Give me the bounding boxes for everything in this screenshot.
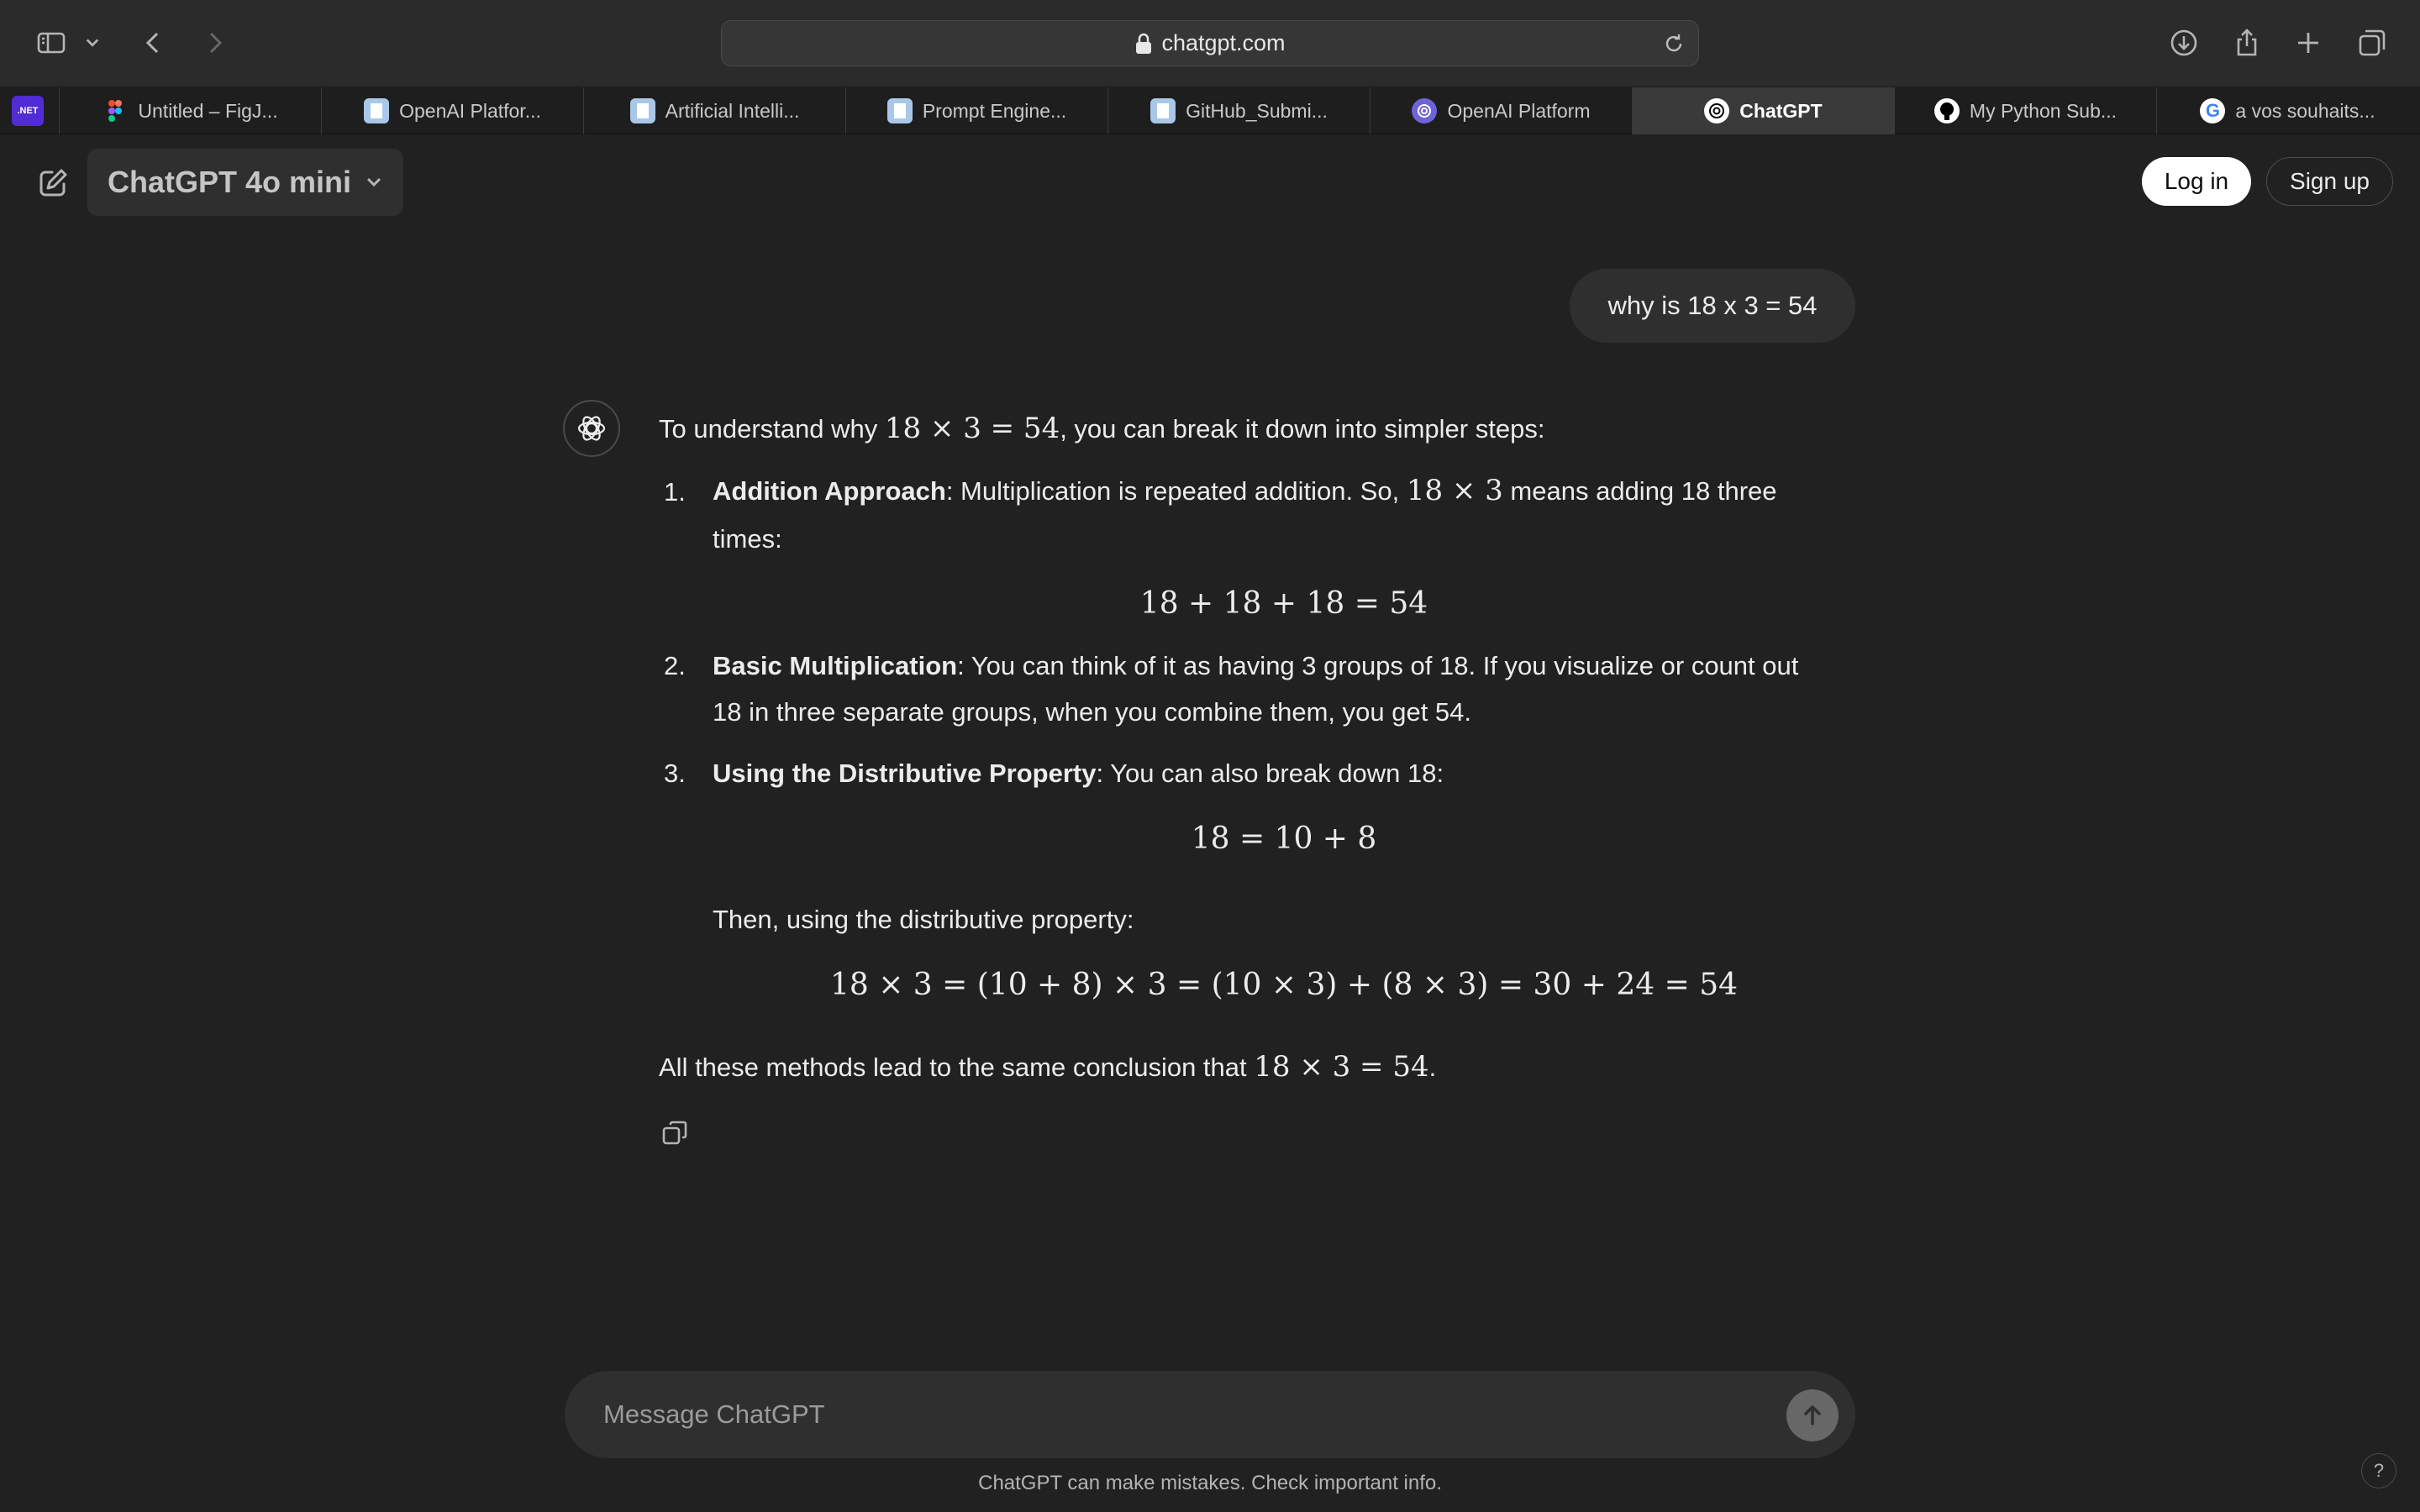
browser-toolbar: chatgpt.com xyxy=(0,0,2420,87)
intro-text: To understand why xyxy=(659,414,885,444)
list-item-line: times: xyxy=(713,524,782,554)
reload-icon[interactable] xyxy=(1661,31,1686,56)
sidebar-toggle-icon[interactable] xyxy=(30,22,72,64)
openai-icon xyxy=(1412,98,1438,123)
tab-bar: .NET Untitled – FigJ... OpenAI Platfor..… xyxy=(0,87,2420,134)
tab-my-python[interactable]: My Python Sub... xyxy=(1894,87,2156,134)
list-number: 2. xyxy=(664,651,686,680)
message-input[interactable] xyxy=(602,1389,1728,1440)
document-icon xyxy=(886,98,913,123)
google-icon: G xyxy=(2200,98,2226,123)
tab-label: GitHub_Submi... xyxy=(1186,99,1328,122)
math-display: 18 × 3 = (10 + 8) × 3 = (10 × 3) + (8 × … xyxy=(829,968,1739,1002)
document-icon xyxy=(364,98,390,123)
address-text: chatgpt.com xyxy=(1161,30,1286,55)
figma-icon xyxy=(103,98,128,123)
list-item-text: means adding 18 three xyxy=(1502,476,1777,506)
list-item-text: : You can think of it as having 3 groups… xyxy=(957,651,1799,680)
tab-label: Artificial Intelli... xyxy=(665,99,800,122)
list-number: 3. xyxy=(664,759,686,788)
list-item-line: Addition Approach: Multiplication is rep… xyxy=(713,474,1777,507)
list-item-text: : Multiplication is repeated addition. S… xyxy=(945,476,1407,506)
math-inline: 18 × 3 xyxy=(1406,474,1503,507)
tab-google-search[interactable]: G a vos souhaits... xyxy=(2156,87,2418,134)
math-display: 18 = 10 + 8 xyxy=(1191,822,1377,856)
new-chat-icon[interactable] xyxy=(32,162,74,204)
forward-icon[interactable] xyxy=(193,22,235,64)
list-item-title: Basic Multiplication xyxy=(713,651,958,680)
share-icon[interactable] xyxy=(2226,22,2268,64)
list-item-title: Using the Distributive Property xyxy=(713,759,1097,788)
tab-github-submission[interactable]: GitHub_Submi... xyxy=(1107,87,1370,134)
model-name: ChatGPT 4o mini xyxy=(108,165,352,199)
tab-overview-icon[interactable] xyxy=(2351,22,2393,64)
list-item-line: Basic Multiplication: You can think of i… xyxy=(713,651,1798,681)
send-button[interactable] xyxy=(1786,1389,1839,1441)
tab-openai-platform-doc[interactable]: OpenAI Platfor... xyxy=(321,87,583,134)
tab-label: My Python Sub... xyxy=(1969,99,2118,122)
tab-label: Prompt Engine... xyxy=(922,99,1067,122)
chevron-down-icon[interactable] xyxy=(77,22,108,64)
message-composer xyxy=(565,1371,1855,1458)
tab-label: a vos souhaits... xyxy=(2235,99,2375,122)
chevron-down-icon xyxy=(366,177,381,187)
new-tab-icon[interactable] xyxy=(2287,22,2329,64)
answer-conclusion: All these methods lead to the same concl… xyxy=(659,1050,1436,1084)
conclusion-text: . xyxy=(1428,1053,1437,1082)
copy-icon[interactable] xyxy=(660,1119,692,1151)
tab-figma[interactable]: Untitled – FigJ... xyxy=(59,87,321,134)
address-bar[interactable]: chatgpt.com xyxy=(721,20,1699,66)
model-selector-button[interactable]: ChatGPT 4o mini xyxy=(87,149,403,216)
tab-label: Untitled – FigJ... xyxy=(138,99,278,122)
answer-intro: To understand why 18 × 3 = 54, you can b… xyxy=(659,412,1544,445)
help-button[interactable]: ? xyxy=(2361,1453,2396,1488)
list-item-line: Then, using the distributive property: xyxy=(713,905,1134,934)
tab-label: OpenAI Platfor... xyxy=(399,99,541,122)
download-icon[interactable] xyxy=(2163,22,2205,64)
tab-chatgpt[interactable]: ChatGPT xyxy=(1632,87,1894,134)
arrow-up-icon xyxy=(1804,1405,1821,1425)
list-item-line: Using the Distributive Property: You can… xyxy=(713,759,1444,789)
tab-prompt-engineering[interactable]: Prompt Engine... xyxy=(845,87,1107,134)
github-icon xyxy=(1933,98,1960,123)
chatgpt-logo-icon xyxy=(563,400,620,457)
user-message: why is 18 x 3 = 54 xyxy=(1570,269,1855,343)
list-number: 1. xyxy=(664,477,686,507)
pinned-tab-dotnet[interactable]: .NET xyxy=(12,96,44,126)
tab-artificial-intelligence[interactable]: Artificial Intelli... xyxy=(583,87,845,134)
document-icon xyxy=(629,98,655,123)
conclusion-text: All these methods lead to the same concl… xyxy=(659,1053,1255,1082)
login-button[interactable]: Log in xyxy=(2142,157,2251,206)
tab-label: OpenAI Platform xyxy=(1447,99,1591,122)
back-icon[interactable] xyxy=(133,22,175,64)
document-icon xyxy=(1150,98,1176,123)
list-item-line: 18 in three separate groups, when you co… xyxy=(713,697,1472,727)
lock-icon xyxy=(1136,33,1152,54)
signup-button[interactable]: Sign up xyxy=(2266,157,2393,206)
intro-text: , you can break it down into simpler ste… xyxy=(1060,414,1545,444)
math-inline: 18 × 3 = 54 xyxy=(884,412,1060,445)
math-inline: 18 × 3 = 54 xyxy=(1254,1050,1429,1084)
disclaimer-text: ChatGPT can make mistakes. Check importa… xyxy=(978,1472,1442,1494)
list-item-text: : You can also break down 18: xyxy=(1096,759,1444,788)
tab-openai-platform[interactable]: OpenAI Platform xyxy=(1370,87,1632,134)
openai-icon xyxy=(1704,98,1730,123)
list-item-title: Addition Approach xyxy=(713,476,946,506)
tab-label: ChatGPT xyxy=(1739,99,1823,122)
math-display: 18 + 18 + 18 = 54 xyxy=(1139,586,1428,621)
